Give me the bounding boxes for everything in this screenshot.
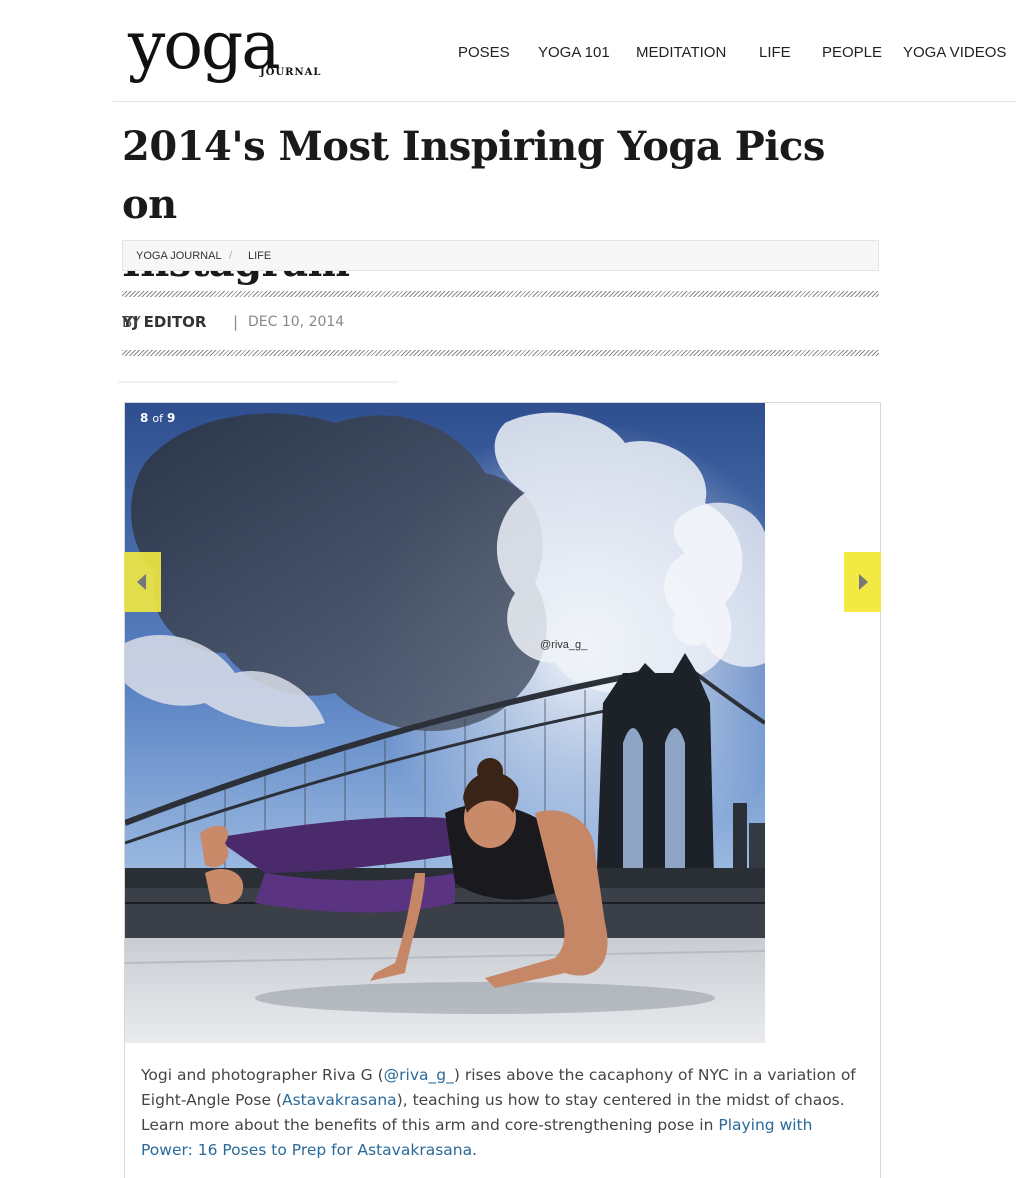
main-nav: POSES YOGA 101 MEDITATION LIFE PEOPLE YO… [0, 44, 1016, 64]
faint-divider [118, 381, 398, 383]
nav-item-meditation[interactable]: MEDITATION [636, 44, 726, 61]
byline-date: DEC 10, 2014 [248, 314, 345, 330]
breadcrumb-separator: / [229, 250, 233, 262]
caption-text-1: Yogi and photographer Riva G ( [141, 1066, 384, 1084]
byline-divider: | [233, 313, 239, 331]
slide-caption: Yogi and photographer Riva G (@riva_g_) … [141, 1063, 866, 1163]
caption-link-handle[interactable]: @riva_g_ [384, 1066, 454, 1084]
hatch-divider-bottom [122, 350, 879, 356]
nav-item-yoga-videos[interactable]: YOGA VIDEOS [903, 44, 1006, 61]
breadcrumb: YOGA JOURNAL / LIFE [122, 240, 879, 271]
byline: BY YJ EDITOR | DEC 10, 2014 [122, 313, 344, 333]
article-title-line-1: 2014's Most Inspiring Yoga Pics on [122, 123, 825, 228]
slide-total: 9 [166, 411, 176, 425]
caption-link-pose[interactable]: Astavakrasana [282, 1091, 397, 1109]
nav-item-poses[interactable]: POSES [458, 44, 510, 61]
photo-watermark: @riva_g_ [540, 639, 588, 651]
breadcrumb-life[interactable]: LIFE [248, 250, 271, 262]
nav-item-life[interactable]: LIFE [759, 44, 791, 61]
prev-slide-button[interactable] [124, 552, 161, 612]
slide-counter: 8 of 9 [140, 411, 179, 425]
caption-text-4: . [472, 1141, 478, 1159]
logo-subtext: JOURNAL [260, 67, 322, 78]
header-divider [113, 101, 1016, 102]
chevron-right-icon [859, 574, 868, 590]
chevron-left-icon [137, 574, 146, 590]
nav-item-yoga-101[interactable]: YOGA 101 [538, 44, 610, 61]
next-slide-button[interactable] [844, 552, 881, 612]
hatch-divider-top [122, 291, 879, 297]
byline-prefix: BY [122, 313, 141, 331]
breadcrumb-yoga-journal[interactable]: YOGA JOURNAL [136, 250, 222, 262]
nav-item-people[interactable]: PEOPLE [822, 44, 882, 61]
slide-photo [125, 403, 765, 1043]
slide-of: of [152, 412, 163, 425]
slide-current: 8 [140, 411, 149, 425]
